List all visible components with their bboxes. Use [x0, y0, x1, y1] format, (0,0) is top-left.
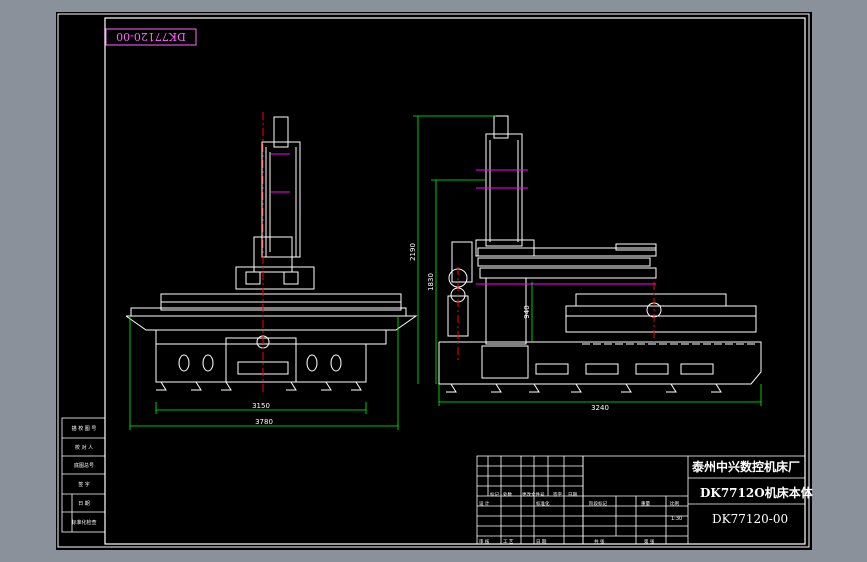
drawing-title: DK7712O机床本体	[700, 486, 813, 500]
side-table-row-1: 描 校 图 号	[72, 425, 97, 432]
side-table-row-4: 签 字	[78, 481, 90, 488]
tb-label-ratio: 比例	[670, 500, 679, 507]
side-table-row-2: 校 对 人	[75, 444, 93, 451]
stamp-text: DK77120-00	[116, 30, 186, 43]
tb-label-design: 设 计	[479, 500, 490, 507]
dim-side-mid: 1830	[427, 273, 435, 291]
side-view	[438, 115, 762, 393]
tb-label-weight: 重量	[641, 500, 650, 507]
dim-front-inner: 3150	[252, 402, 270, 410]
tb-label-mark: 标记	[490, 491, 499, 498]
tb-label-review: 审 核	[479, 538, 490, 545]
tb-scale: 1:30	[671, 516, 682, 522]
side-table	[61, 417, 106, 533]
front-view	[125, 112, 418, 392]
tb-label-sheet: 第 张	[644, 538, 655, 545]
company-name: 泰州中兴数控机床厂	[692, 460, 801, 474]
side-table-row-3: 底图总号	[74, 462, 94, 469]
tb-label-date: 日期	[568, 492, 577, 498]
tb-label-change: 更改文件号	[522, 491, 545, 498]
tb-label-sign: 签字	[553, 491, 562, 498]
dim-front-outer: 3780	[255, 418, 273, 426]
drawing-sheet: DK77120-00 3150 3780 2190 1830 940 3240 …	[56, 12, 813, 550]
tb-label-total: 共 张	[594, 538, 605, 545]
cad-viewport: DK77120-00 3150 3780 2190 1830 940 3240 …	[0, 0, 867, 562]
dim-side-total: 2190	[409, 243, 417, 261]
dim-side-low: 940	[523, 305, 531, 318]
tb-label-process: 工 艺	[503, 539, 514, 545]
tb-label-stage: 阶段标记	[589, 500, 607, 507]
side-dimensions	[413, 115, 762, 406]
side-table-row-5: 日 期	[78, 501, 90, 507]
tb-label-standard: 标准化	[536, 500, 550, 507]
tb-label-date2: 日 期	[536, 539, 547, 545]
side-table-row-6: 标准化检查	[71, 519, 96, 526]
dim-side-width: 3240	[591, 404, 609, 412]
tb-label-count: 处数	[503, 491, 512, 498]
drawing-number: DK77120-00	[712, 512, 789, 526]
